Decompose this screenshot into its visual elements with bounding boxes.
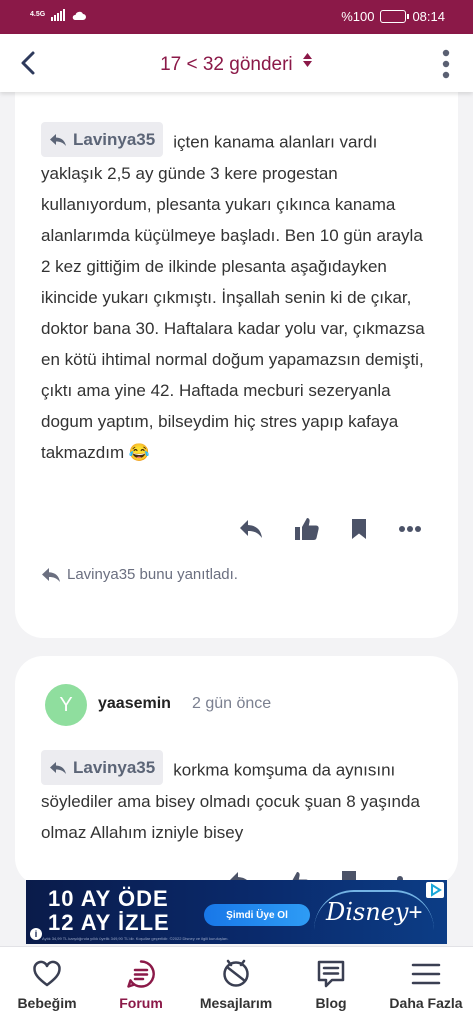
reply-button[interactable] bbox=[228, 870, 254, 880]
clock: 08:14 bbox=[412, 9, 445, 24]
reply-icon bbox=[50, 133, 66, 146]
ad-brand-name: Disney bbox=[326, 898, 409, 926]
reply-button[interactable] bbox=[238, 518, 264, 540]
cloud-icon bbox=[72, 11, 87, 20]
sort-updown-icon bbox=[302, 53, 312, 67]
battery-icon bbox=[380, 10, 410, 23]
quote-chip[interactable]: Lavinya35 bbox=[41, 122, 164, 157]
post-body: Lavinya35 korkma komşuma da aynısını söy… bbox=[41, 750, 431, 848]
ad-headline-1: 10 AY ÖDE bbox=[48, 886, 169, 911]
reply-icon bbox=[50, 761, 66, 774]
ad-cta-button[interactable]: Şimdi Üye Ol bbox=[204, 904, 310, 926]
ad-brand-plus: + bbox=[408, 899, 423, 926]
post-text: içten kanama alanları vardı yaklaşık 2,5… bbox=[41, 132, 425, 462]
like-button[interactable] bbox=[294, 516, 320, 542]
heart-icon bbox=[33, 960, 61, 987]
adchoices-icon[interactable] bbox=[426, 882, 444, 898]
avatar[interactable]: Y bbox=[45, 684, 87, 726]
nav-item-blog[interactable]: Blog bbox=[284, 947, 378, 1024]
post-actions bbox=[238, 516, 422, 542]
ad-banner[interactable]: 10 AY ÖDE 12 AY İZLE Şimdi Üye Ol Disney… bbox=[26, 880, 447, 944]
post-actions bbox=[228, 870, 422, 880]
bookmark-button[interactable] bbox=[350, 518, 368, 540]
like-button[interactable] bbox=[284, 870, 310, 880]
bottom-nav: Bebeğim Forum Mesajlarım Blog Daha Fazla bbox=[0, 946, 473, 1024]
post-card: Y yaasemin 2 gün önce Lavinya35 korkma k… bbox=[15, 656, 458, 886]
blog-icon bbox=[317, 960, 345, 988]
forum-icon bbox=[127, 960, 155, 988]
more-vertical-icon[interactable] bbox=[439, 48, 453, 80]
ad-brand-logo: Disney+ bbox=[326, 898, 422, 927]
post-counter[interactable]: 17 < 32 gönderi bbox=[0, 52, 473, 76]
avatar-letter: Y bbox=[59, 693, 73, 716]
ad-legal-text: Aylık 34,99 TL karşılığında yıllık üyeli… bbox=[42, 936, 229, 941]
nav-label: Blog bbox=[315, 995, 347, 1011]
battery-percent: %100 bbox=[341, 9, 375, 24]
username[interactable]: yaasemin bbox=[98, 695, 171, 713]
bookmark-button[interactable] bbox=[340, 870, 366, 880]
quote-chip[interactable]: Lavinya35 bbox=[41, 750, 164, 785]
signal-icon bbox=[51, 9, 66, 21]
more-options-button[interactable] bbox=[398, 525, 422, 533]
replied-note[interactable]: Lavinya35 bunu yanıtladı. bbox=[41, 566, 238, 583]
nav-label: Forum bbox=[119, 995, 163, 1011]
post-counter-label: 17 < 32 gönderi bbox=[160, 54, 293, 75]
network-type: 4.5G bbox=[30, 11, 46, 18]
nav-item-bebegim[interactable]: Bebeğim bbox=[0, 947, 94, 1024]
nav-item-forum[interactable]: Forum bbox=[94, 947, 188, 1024]
status-bar: 4.5G %100 08:14 bbox=[0, 0, 473, 34]
more-options-button[interactable] bbox=[396, 870, 422, 880]
nav-label: Mesajlarım bbox=[199, 995, 273, 1011]
reply-icon bbox=[42, 567, 60, 582]
quote-user: Lavinya35 bbox=[73, 758, 156, 777]
nav-label: Daha Fazla bbox=[389, 995, 463, 1011]
messages-icon bbox=[223, 959, 249, 987]
quote-user: Lavinya35 bbox=[73, 130, 156, 149]
ad-info-icon[interactable]: i bbox=[30, 928, 42, 940]
ad-headline-2: 12 AY İZLE bbox=[48, 910, 170, 935]
menu-icon bbox=[411, 963, 441, 985]
post-body: Lavinya35 içten kanama alanları vardı ya… bbox=[41, 122, 431, 468]
nav-label: Bebeğim bbox=[17, 995, 77, 1011]
top-bar: 17 < 32 gönderi bbox=[0, 34, 473, 92]
post-card: Lavinya35 içten kanama alanları vardı ya… bbox=[15, 60, 458, 638]
post-time: 2 gün önce bbox=[192, 695, 272, 712]
nav-item-daha-fazla[interactable]: Daha Fazla bbox=[379, 947, 473, 1024]
replied-note-text: Lavinya35 bunu yanıtladı. bbox=[67, 566, 238, 583]
nav-item-mesajlarim[interactable]: Mesajlarım bbox=[189, 947, 283, 1024]
